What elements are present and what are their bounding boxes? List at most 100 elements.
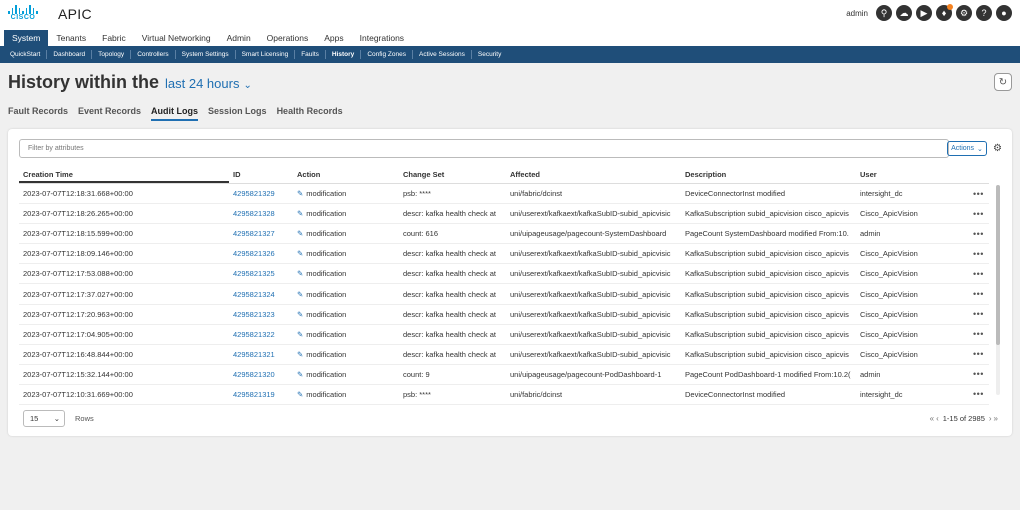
cell-id-link[interactable]: 4295821321 bbox=[229, 350, 293, 359]
pencil-icon: ✎ bbox=[297, 309, 304, 319]
cell-id-link[interactable]: 4295821328 bbox=[229, 209, 293, 218]
cell-id-link[interactable]: 4295821320 bbox=[229, 370, 293, 379]
chevron-down-icon: ⌄ bbox=[977, 145, 983, 153]
cell-id-link[interactable]: 4295821324 bbox=[229, 290, 293, 299]
row-more-icon[interactable]: ••• bbox=[969, 349, 989, 359]
nav-tenants[interactable]: Tenants bbox=[48, 30, 94, 46]
cell-affected: uni/fabric/dcinst bbox=[510, 389, 563, 399]
col-user[interactable]: User bbox=[856, 167, 969, 183]
subnav-topology[interactable]: Topology bbox=[92, 50, 132, 59]
rows-per-page-select[interactable]: 15 ⌄ bbox=[23, 410, 65, 427]
table-row[interactable]: 2023-07-07T12:18:09.146+00:00 4295821326 ✎… bbox=[19, 244, 989, 265]
table-row[interactable]: 2023-07-07T12:17:53.088+00:00 4295821325 ✎… bbox=[19, 264, 989, 285]
cell-id-link[interactable]: 4295821325 bbox=[229, 269, 293, 278]
cell-id-link[interactable]: 4295821323 bbox=[229, 310, 293, 319]
row-more-icon[interactable]: ••• bbox=[969, 209, 989, 219]
cell-user: Cisco_ApicVision bbox=[860, 249, 918, 259]
row-more-icon[interactable]: ••• bbox=[969, 269, 989, 279]
tab-fault-records[interactable]: Fault Records bbox=[8, 106, 68, 121]
cisco-bars-icon bbox=[7, 5, 39, 14]
cell-id-link[interactable]: 4295821326 bbox=[229, 249, 293, 258]
subnav-system-settings[interactable]: System Settings bbox=[176, 50, 236, 59]
first-page-icon[interactable]: « bbox=[930, 414, 934, 423]
table-row[interactable]: 2023-07-07T12:18:15.599+00:00 4295821327 ✎… bbox=[19, 224, 989, 245]
row-more-icon[interactable]: ••• bbox=[969, 189, 989, 199]
nav-fabric[interactable]: Fabric bbox=[94, 30, 134, 46]
action-label: modification bbox=[306, 249, 347, 259]
prev-page-icon[interactable]: ‹ bbox=[936, 414, 939, 423]
gear-icon[interactable]: ⚙ bbox=[956, 5, 972, 21]
col-change-set[interactable]: Change Set bbox=[399, 167, 506, 183]
scroll-thumb[interactable] bbox=[996, 185, 1000, 345]
cell-id-link[interactable]: 4295821322 bbox=[229, 330, 293, 339]
cloud-icon[interactable]: ☁ bbox=[896, 5, 912, 21]
table-row[interactable]: 2023-07-07T12:17:20.963+00:00 4295821323 ✎… bbox=[19, 305, 989, 325]
subnav-config-zones[interactable]: Config Zones bbox=[361, 50, 413, 59]
nav-admin[interactable]: Admin bbox=[219, 30, 259, 46]
col-id[interactable]: ID bbox=[229, 167, 293, 183]
user-icon[interactable]: ● bbox=[996, 5, 1012, 21]
row-more-icon[interactable]: ••• bbox=[969, 309, 989, 319]
cell-affected: uni/uipageusage/pagecount-SystemDashboar… bbox=[510, 229, 667, 239]
search-icon[interactable]: ⚲ bbox=[876, 5, 892, 21]
table-row[interactable]: 2023-07-07T12:18:26.265+00:00 4295821328 ✎… bbox=[19, 204, 989, 225]
video-icon[interactable]: ▶ bbox=[916, 5, 932, 21]
nav-system[interactable]: System bbox=[4, 30, 49, 46]
nav-apps[interactable]: Apps bbox=[316, 30, 351, 46]
nav-integrations[interactable]: Integrations bbox=[352, 30, 412, 46]
col-description[interactable]: Description bbox=[681, 167, 856, 183]
refresh-button[interactable]: ↻ bbox=[994, 73, 1012, 91]
cell-change-set: count: 9 bbox=[403, 369, 430, 379]
subnav-security[interactable]: Security bbox=[472, 50, 507, 59]
row-more-icon[interactable]: ••• bbox=[969, 329, 989, 339]
table-row[interactable]: 2023-07-07T12:16:48.844+00:00 4295821321 ✎… bbox=[19, 345, 989, 365]
chevron-down-icon[interactable]: ⌄ bbox=[243, 80, 251, 91]
nav-virtual-networking[interactable]: Virtual Networking bbox=[134, 30, 219, 46]
table-row[interactable]: 2023-07-07T12:18:31.668+00:00 4295821329 ✎… bbox=[19, 184, 989, 205]
cell-affected: uni/userext/kafkaext/kafkaSubID-subid_ap… bbox=[510, 329, 671, 339]
tab-event-records[interactable]: Event Records bbox=[78, 106, 141, 121]
tab-session-logs[interactable]: Session Logs bbox=[208, 106, 267, 121]
subnav-quickstart[interactable]: QuickStart bbox=[4, 50, 48, 59]
row-more-icon[interactable]: ••• bbox=[969, 229, 989, 239]
row-more-icon[interactable]: ••• bbox=[969, 289, 989, 299]
nav-operations[interactable]: Operations bbox=[259, 30, 317, 46]
last-page-icon[interactable]: » bbox=[994, 414, 998, 423]
table-row[interactable]: 2023-07-07T12:17:04.905+00:00 4295821322 ✎… bbox=[19, 325, 989, 345]
username[interactable]: admin bbox=[846, 9, 868, 18]
tab-health-records[interactable]: Health Records bbox=[277, 106, 343, 121]
table-row[interactable]: 2023-07-07T12:15:32.144+00:00 4295821320 ✎… bbox=[19, 365, 989, 385]
table-row[interactable]: 2023-07-07T12:17:37.027+00:00 4295821324 ✎… bbox=[19, 284, 989, 305]
actions-button[interactable]: Actions ⌄ bbox=[947, 141, 987, 156]
bell-icon[interactable]: ♦ bbox=[936, 4, 953, 21]
subnav-smart-licensing[interactable]: Smart Licensing bbox=[236, 50, 296, 59]
help-icon[interactable]: ? bbox=[976, 5, 992, 21]
next-page-icon[interactable]: › bbox=[989, 414, 992, 423]
cell-affected: uni/userext/kafkaext/kafkaSubID-subid_ap… bbox=[510, 309, 671, 319]
table-row[interactable]: 2023-07-07T12:10:31.669+00:00 4295821319 ✎… bbox=[19, 385, 989, 406]
row-more-icon[interactable]: ••• bbox=[969, 369, 989, 379]
row-more-icon[interactable]: ••• bbox=[969, 249, 989, 259]
subnav-faults[interactable]: Faults bbox=[295, 50, 326, 59]
col-action[interactable]: Action bbox=[293, 167, 399, 183]
cell-action: ✎ modification bbox=[293, 330, 399, 339]
subnav-controllers[interactable]: Controllers bbox=[131, 50, 176, 59]
cell-action: ✎ modification bbox=[293, 370, 399, 379]
row-more-icon[interactable]: ••• bbox=[969, 389, 989, 399]
table-settings-gear-icon[interactable]: ⚙ bbox=[993, 143, 1002, 154]
scrollbar[interactable] bbox=[996, 185, 1000, 395]
subnav-history[interactable]: History bbox=[326, 50, 362, 59]
filter-input[interactable]: Filter by attributes bbox=[19, 139, 949, 158]
cell-id-link[interactable]: 4295821327 bbox=[229, 229, 293, 238]
pencil-icon: ✎ bbox=[297, 269, 304, 279]
col-affected[interactable]: Affected bbox=[506, 167, 681, 183]
col-creation-time[interactable]: Creation Time bbox=[19, 167, 229, 183]
page-navigation: « ‹ 1-15 of 2985 › » bbox=[930, 414, 998, 423]
time-range-dropdown[interactable]: last 24 hours bbox=[165, 76, 239, 91]
cell-id-link[interactable]: 4295821329 bbox=[229, 189, 293, 198]
cell-id-link[interactable]: 4295821319 bbox=[229, 390, 293, 399]
top-bar: CISCO APIC admin ⚲ ☁ ▶ ♦ ⚙ ? ● bbox=[0, 0, 1020, 30]
subnav-active-sessions[interactable]: Active Sessions bbox=[413, 50, 472, 59]
subnav-dashboard[interactable]: Dashboard bbox=[47, 50, 93, 59]
tab-audit-logs[interactable]: Audit Logs bbox=[151, 106, 199, 121]
